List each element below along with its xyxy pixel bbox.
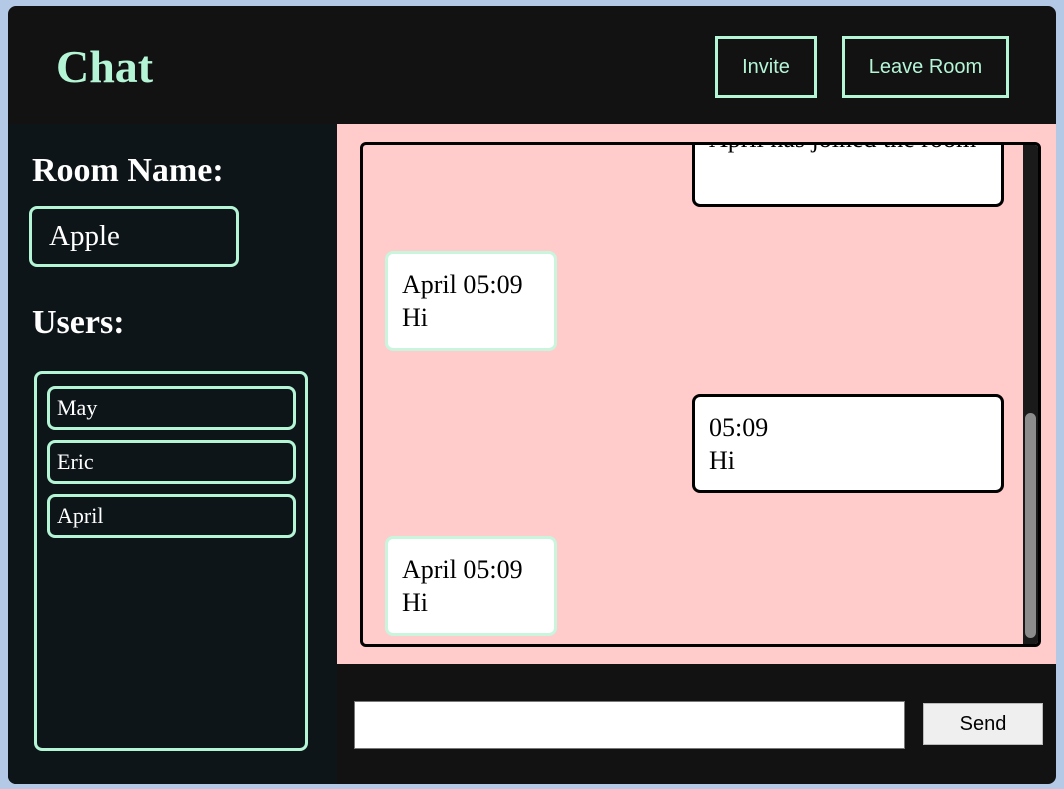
scrollbar[interactable] (1023, 145, 1038, 644)
app-title: Chat (56, 41, 154, 92)
message-text: April has joined the room (709, 145, 987, 155)
leave-room-button[interactable]: Leave Room (842, 36, 1009, 98)
user-list: May Eric April (34, 371, 308, 751)
message-input[interactable] (354, 701, 905, 749)
message-text: Hi (402, 303, 428, 332)
chat-area: April has joined the room April 05:09 Hi… (337, 124, 1056, 664)
message-bubble: April 05:09 Hi (385, 536, 557, 636)
user-item[interactable]: May (47, 386, 296, 430)
chat-app: Chat Invite Leave Room Room Name: Apple … (8, 6, 1056, 784)
users-label: Users: (32, 304, 125, 341)
message-text: Hi (402, 588, 428, 617)
invite-button[interactable]: Invite (715, 36, 817, 98)
room-name-value: Apple (29, 206, 239, 267)
message-bubble: April 05:09 Hi (385, 251, 557, 351)
sidebar: Room Name: Apple Users: May Eric April (8, 124, 337, 784)
message-bubble: 05:09 Hi (692, 394, 1004, 493)
message-list[interactable]: April has joined the room April 05:09 Hi… (360, 142, 1041, 647)
room-name-label: Room Name: (32, 152, 224, 189)
message-header: April 05:09 (402, 270, 523, 299)
user-item[interactable]: April (47, 494, 296, 538)
message-bubble: April has joined the room (692, 145, 1004, 207)
message-text: Hi (709, 446, 735, 475)
send-button[interactable]: Send (923, 703, 1043, 745)
user-item[interactable]: Eric (47, 440, 296, 484)
scrollbar-thumb[interactable] (1025, 413, 1036, 638)
message-header: April 05:09 (402, 555, 523, 584)
message-header: 05:09 (709, 413, 769, 442)
